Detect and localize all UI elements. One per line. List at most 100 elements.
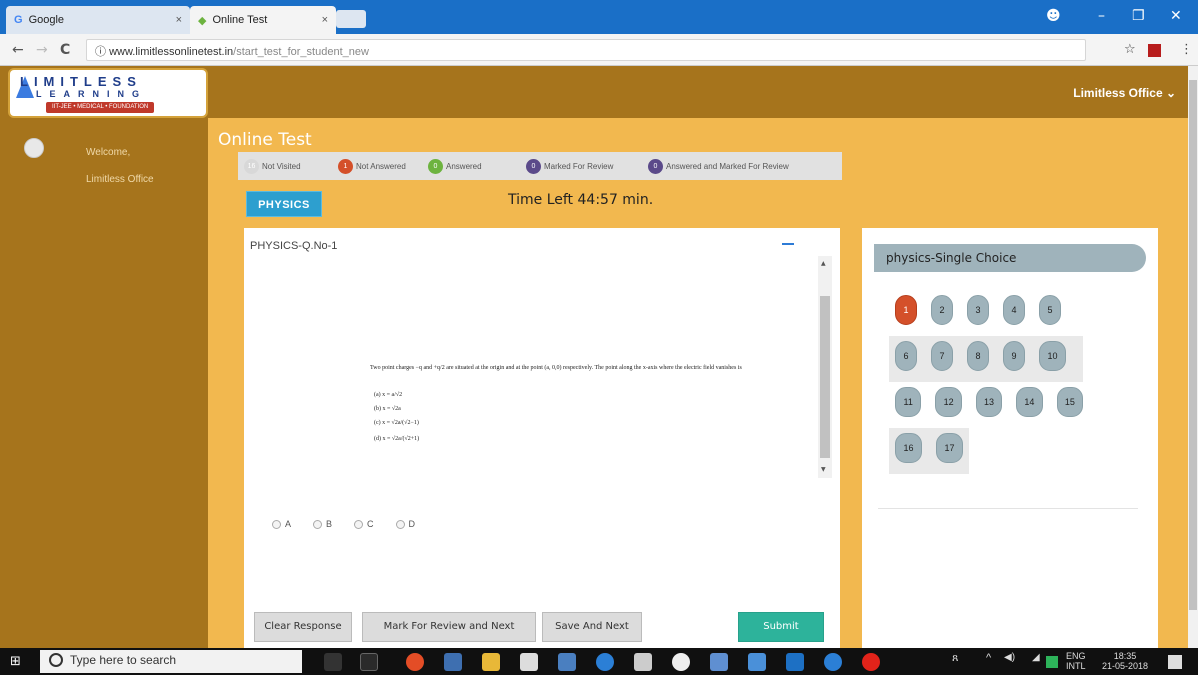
page-scrollbar[interactable] [1188,66,1198,648]
chrome-icon[interactable] [406,653,424,671]
site-icon: ◆ [198,14,207,27]
teamviewer-icon[interactable] [786,653,804,671]
page-scroll-thumb[interactable] [1189,80,1197,610]
sidebar [0,118,208,648]
file-explorer-icon[interactable] [482,653,500,671]
scroll-thumb[interactable] [820,296,830,458]
cortana-icon [49,653,63,667]
bookmark-star-icon[interactable]: ☆ [1124,42,1136,57]
tab-physics[interactable]: PHYSICS [246,191,322,217]
site-info-icon[interactable]: ⓘ [95,46,106,58]
radio-c[interactable] [354,519,364,529]
language-layout: INTL [1066,661,1086,671]
settings-gear-icon[interactable] [672,653,690,671]
photos-icon[interactable] [748,653,766,671]
option-label: B [326,519,333,529]
question-button-15[interactable]: 15 [1056,387,1084,417]
answer-option-a[interactable]: A [272,519,291,529]
windows-start-icon[interactable]: ⊞ [10,654,26,670]
network-icon[interactable]: ◢ [1032,652,1040,663]
tab-close-icon[interactable]: × [322,14,328,26]
option-label: A [285,519,292,529]
edge-icon[interactable] [596,653,614,671]
tab-online-test[interactable]: ◆ Online Test × [190,6,336,34]
question-button-7[interactable]: 7 [931,341,953,371]
internet-explorer-icon[interactable] [824,653,842,671]
paint-icon[interactable] [710,653,728,671]
pdf-extension-icon[interactable] [1148,44,1161,57]
task-view-icon[interactable] [360,653,378,671]
tray-chevron-icon[interactable]: ^ [986,652,991,664]
question-button-16[interactable]: 16 [895,433,922,463]
language-indicator[interactable]: ENG INTL [1066,651,1086,671]
opera-icon[interactable] [862,653,880,671]
tab-close-icon[interactable]: × [176,14,182,26]
legend-label: Answered [446,162,482,171]
microphone-icon[interactable] [324,653,342,671]
question-button-12[interactable]: 12 [935,387,962,417]
windows-taskbar: ⊞ Type here to search ጸ ^ ◀) ◢ ENG INTL … [0,648,1198,675]
question-button-9[interactable]: 9 [1003,341,1025,371]
browser-menu-icon[interactable]: ⋮ [1180,42,1193,57]
scroll-up-icon[interactable]: ▲ [821,260,826,267]
new-tab-button[interactable] [336,10,366,28]
notepad-icon[interactable] [634,653,652,671]
question-button-2[interactable]: 2 [931,295,953,325]
question-option-a: (a) x = a/√2 [374,392,403,398]
legend-count-badge: 0 [648,159,663,174]
clock[interactable]: 18:35 21-05-2018 [1100,651,1150,671]
back-icon[interactable]: ← [12,42,24,58]
close-window-button[interactable]: ✕ [1170,8,1182,24]
question-button-17[interactable]: 17 [936,433,963,463]
notifications-icon[interactable] [1168,655,1182,669]
url-input[interactable]: ⓘ www.limitlessonlinetest.in/start_test_… [86,39,1086,61]
tray-app-icon[interactable] [1046,656,1058,668]
question-button-13[interactable]: 13 [975,387,1003,417]
question-button-14[interactable]: 14 [1016,387,1043,417]
answer-option-d[interactable]: D [395,519,415,529]
scroll-down-icon[interactable]: ▼ [821,466,826,473]
logo-line-2: LEARNING [36,89,147,99]
reload-icon[interactable]: C [60,42,70,58]
question-button-8[interactable]: 8 [967,341,989,371]
account-icon[interactable]: ☻ [1046,8,1061,24]
minimize-button[interactable]: – [1098,8,1105,24]
radio-a[interactable] [272,519,281,529]
divider [878,508,1138,509]
radio-d[interactable] [395,519,405,529]
clear-response-button[interactable]: Clear Response [254,612,352,642]
calculator-icon[interactable] [558,653,576,671]
answer-option-b[interactable]: B [313,519,332,529]
question-palette-panel: physics-Single Choice 1 2 3 4 5 6 7 8 9 … [862,228,1158,648]
question-button-11[interactable]: 11 [895,387,922,417]
legend-not-answered: 1 Not Answered [338,159,406,174]
answer-option-c[interactable]: C [354,519,374,529]
palette-row: 16 17 [889,428,969,474]
question-button-3[interactable]: 3 [967,295,989,325]
question-button-5[interactable]: 5 [1039,295,1061,325]
question-palette-grid: 1 2 3 4 5 6 7 8 9 10 11 12 13 14 15 16 1… [889,290,1084,474]
user-menu-dropdown[interactable]: Limitless Office ⌄ [1073,86,1176,100]
store-icon[interactable] [520,653,538,671]
submit-button[interactable]: Submit [738,612,824,642]
palette-row: 6 7 8 9 10 [889,336,1083,382]
question-button-6[interactable]: 6 [895,341,917,371]
collapse-icon[interactable] [782,243,794,245]
question-button-4[interactable]: 4 [1003,295,1025,325]
question-button-1[interactable]: 1 [895,295,917,325]
maximize-button[interactable]: ❐ [1132,8,1145,24]
taskbar-search-input[interactable]: Type here to search [40,650,302,673]
radio-b[interactable] [313,519,323,529]
forward-icon[interactable]: → [36,42,48,58]
legend-answered: 0 Answered [428,159,482,174]
save-and-next-button[interactable]: Save And Next [542,612,642,642]
mark-for-review-button[interactable]: Mark For Review and Next [362,612,536,642]
app-icon[interactable] [444,653,462,671]
people-icon[interactable]: ጸ [952,652,958,665]
legend-answered-marked: 0 Answered and Marked For Review [648,159,789,174]
question-scrollbar[interactable]: ▲ ▼ [818,256,832,478]
limitless-learning-logo[interactable]: LIMITLESS LEARNING IIT-JEE • MEDICAL • F… [8,68,208,118]
tab-google[interactable]: G Google × [6,6,190,34]
volume-icon[interactable]: ◀) [1004,652,1015,663]
question-button-10[interactable]: 10 [1039,341,1066,371]
